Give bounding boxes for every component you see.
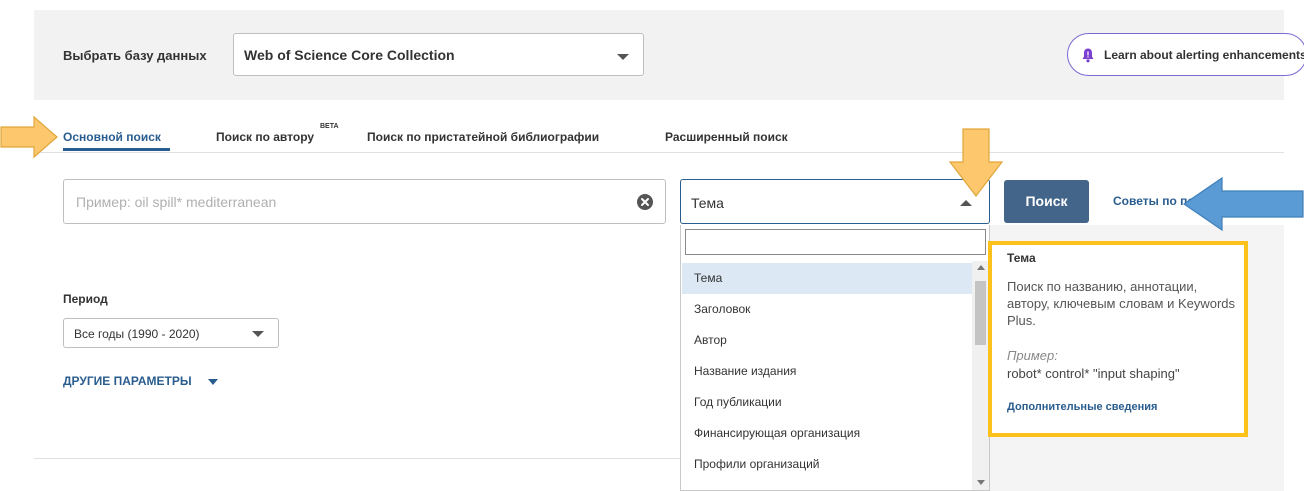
- active-tab-indicator: [63, 148, 170, 151]
- dropdown-option[interactable]: Профили организаций: [682, 449, 973, 480]
- annotation-arrow-left-icon: [1182, 176, 1304, 232]
- search-field-dropdown: Тема Заголовок Автор Название издания Го…: [680, 225, 990, 491]
- search-field-value: Тема: [691, 195, 724, 211]
- field-help-description: Поиск по названию, аннотации, автору, кл…: [1007, 279, 1236, 328]
- dropdown-filter-input[interactable]: [685, 229, 986, 255]
- tab-cited-reference-search[interactable]: Поиск по пристатейной библиографии: [367, 130, 599, 144]
- search-field-select[interactable]: Тема: [680, 179, 990, 224]
- period-selected-value: Все годы (1990 - 2020): [74, 327, 200, 341]
- clear-icon[interactable]: [637, 194, 653, 210]
- dropdown-option[interactable]: Финансирующая организация: [682, 418, 973, 449]
- dropdown-option[interactable]: Название издания: [682, 356, 973, 387]
- section-divider: [34, 458, 680, 459]
- tabs-divider: [34, 152, 1284, 153]
- chevron-down-icon: [252, 331, 264, 337]
- database-selected-value: Web of Science Core Collection: [244, 47, 455, 63]
- field-help-title: Тема: [1007, 251, 1036, 265]
- dropdown-scrollbar[interactable]: [972, 261, 989, 490]
- dropdown-option[interactable]: Год публикации: [682, 387, 973, 418]
- field-help-more-link[interactable]: Дополнительные сведения: [1007, 401, 1157, 413]
- tab-basic-search[interactable]: Основной поиск: [63, 130, 161, 144]
- scrollbar-thumb[interactable]: [975, 281, 986, 345]
- scroll-down-icon[interactable]: [977, 480, 985, 485]
- beta-badge: BETA: [320, 123, 339, 130]
- search-input[interactable]: Пример: oil spill* mediterranean: [63, 179, 666, 224]
- annotation-arrow-down-icon: [948, 128, 1004, 197]
- field-help-example: robot* control* "input shaping": [1007, 366, 1180, 381]
- search-placeholder: Пример: oil spill* mediterranean: [76, 194, 277, 210]
- dropdown-option[interactable]: Тема: [682, 263, 973, 294]
- database-select[interactable]: Web of Science Core Collection: [233, 33, 644, 76]
- tab-advanced-search[interactable]: Расширенный поиск: [665, 130, 788, 144]
- more-params-toggle[interactable]: ДРУГИЕ ПАРАМЕТРЫ: [63, 374, 192, 388]
- dropdown-option[interactable]: Заголовок: [682, 294, 973, 325]
- period-select[interactable]: Все годы (1990 - 2020): [63, 318, 279, 348]
- database-label: Выбрать базу данных: [63, 48, 207, 63]
- chevron-down-icon[interactable]: [208, 379, 218, 385]
- dropdown-option[interactable]: Автор: [682, 325, 973, 356]
- search-button[interactable]: Поиск: [1004, 180, 1089, 223]
- tab-author-search[interactable]: Поиск по автору: [216, 130, 314, 144]
- chevron-up-icon: [960, 200, 972, 206]
- period-label: Период: [63, 292, 108, 306]
- field-help-example-label: Пример:: [1007, 348, 1058, 363]
- bell-icon: [1082, 48, 1094, 63]
- alerting-info-label: Learn about alerting enhancements: [1104, 48, 1304, 62]
- scroll-up-icon[interactable]: [977, 265, 985, 270]
- alerting-info-button[interactable]: Learn about alerting enhancements: [1067, 33, 1304, 76]
- chevron-down-icon: [617, 54, 629, 60]
- annotation-arrow-right-icon: [0, 115, 58, 159]
